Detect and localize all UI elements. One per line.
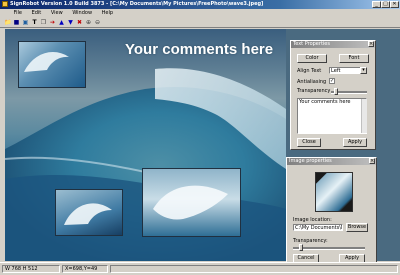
- canvas-overlay-text[interactable]: Your comments here: [125, 41, 273, 58]
- window-title: SignRobot Version 1.0 Build 3873 - [C:\M…: [10, 1, 264, 7]
- antialiasing-checkbox[interactable]: ✓: [329, 78, 335, 84]
- image-properties-title-label: Image properties: [289, 158, 332, 164]
- open-folder-icon[interactable]: 📁: [4, 19, 11, 26]
- align-dropdown-chevron-icon[interactable]: ▾: [360, 67, 367, 74]
- app-icon: [2, 1, 8, 7]
- status-image-size: W 768 H 512: [2, 265, 60, 273]
- arrow-up-icon[interactable]: ▲: [58, 19, 65, 26]
- antialiasing-label: Antialiasing: [297, 79, 327, 85]
- image-thumbnail: [315, 172, 353, 212]
- text-transparency-slider-thumb[interactable]: [334, 88, 338, 95]
- menu-window[interactable]: Window: [68, 9, 96, 17]
- arrow-down-icon[interactable]: ▼: [67, 19, 74, 26]
- inset-image-bottom-left[interactable]: [55, 189, 123, 236]
- save-icon[interactable]: ■: [13, 19, 20, 26]
- image-properties-close-icon[interactable]: ×: [369, 158, 375, 164]
- align-text-label: Align Text: [297, 68, 322, 74]
- font-button[interactable]: Font: [339, 54, 369, 63]
- menu-edit[interactable]: Edit: [28, 9, 46, 17]
- image-properties-title: Image properties ×: [287, 158, 376, 165]
- align-text-select[interactable]: Left: [329, 67, 361, 74]
- text-apply-button[interactable]: Apply: [343, 138, 367, 147]
- image-location-field[interactable]: C:\My Documents\My: [293, 224, 343, 231]
- text-area-scrollbar[interactable]: [361, 99, 367, 133]
- close-button[interactable]: ✕: [390, 1, 399, 8]
- zoom-in-icon[interactable]: ⊕: [85, 19, 92, 26]
- minimize-button[interactable]: _: [372, 1, 381, 8]
- image-transparency-slider-thumb[interactable]: [299, 244, 303, 251]
- delete-icon[interactable]: ✖: [76, 19, 83, 26]
- comment-text-area[interactable]: Your comments here: [297, 98, 367, 134]
- status-message: [110, 265, 398, 273]
- color-button[interactable]: Color: [297, 54, 327, 63]
- zoom-out-icon[interactable]: ⊖: [94, 19, 101, 26]
- image-location-label: Image location:: [293, 217, 332, 223]
- image-canvas[interactable]: Your comments here: [5, 29, 286, 261]
- image-properties-panel: Image properties × Image location: C:\My…: [286, 157, 377, 267]
- copy-icon[interactable]: ❐: [40, 19, 47, 26]
- maximize-button[interactable]: □: [381, 1, 390, 8]
- arrow-right-icon[interactable]: ➔: [49, 19, 56, 26]
- inset-image-top-left[interactable]: [18, 41, 86, 88]
- image-icon[interactable]: ▣: [22, 19, 29, 26]
- menu-bar: File Edit View Window Help: [0, 9, 400, 17]
- text-properties-title: Text Properties ×: [291, 41, 375, 48]
- text-transparency-label: Transparency: [297, 88, 331, 94]
- menu-file[interactable]: File: [10, 9, 26, 17]
- browse-button[interactable]: Browse: [346, 223, 368, 232]
- text-properties-close-icon[interactable]: ×: [368, 41, 374, 47]
- status-cursor-position: X=698,Y=49: [62, 265, 108, 273]
- menu-help[interactable]: Help: [98, 9, 117, 17]
- menu-view[interactable]: View: [47, 9, 67, 17]
- toolbar: 📁 ■ ▣ T ❐ ➔ ▲ ▼ ✖ ⊕ ⊖: [0, 17, 400, 28]
- text-close-button[interactable]: Close: [297, 138, 321, 147]
- status-bar: W 768 H 512 X=698,Y=49: [0, 262, 400, 275]
- image-transparency-slider[interactable]: [293, 247, 365, 250]
- text-icon[interactable]: T: [31, 19, 38, 26]
- title-bar: SignRobot Version 1.0 Build 3873 - [C:\M…: [0, 0, 400, 9]
- text-properties-title-label: Text Properties: [293, 41, 330, 47]
- text-properties-panel: Text Properties × Color Font Align Text …: [290, 40, 376, 150]
- inset-image-bottom-center[interactable]: [142, 168, 241, 237]
